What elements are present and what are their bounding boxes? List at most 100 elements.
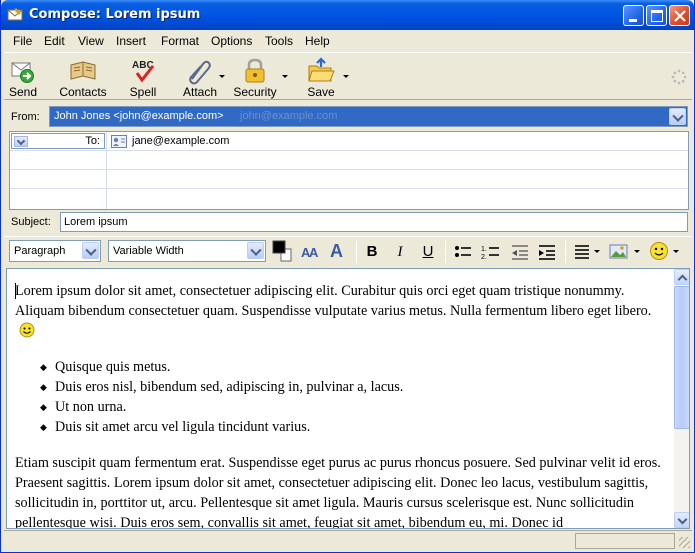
align-dropdown-arrow[interactable] [594,250,600,253]
smaller-font-icon[interactable]: A A [300,243,320,261]
list-item: Duis sit amet arcu vel ligula tincidunt … [40,417,665,437]
minimize-button[interactable] [623,5,644,26]
subject-label: Subject: [11,216,51,228]
send-icon [11,62,34,83]
contacts-label: Contacts [59,85,107,99]
message-body[interactable]: Lorem ipsum dolor sit amet, consectetuer… [6,268,690,529]
spell-check-icon: ABC [132,60,155,83]
svg-text:1.: 1. [481,246,487,253]
close-icon [674,10,686,22]
scroll-down-button[interactable] [674,512,689,528]
menu-file[interactable]: File [13,34,32,48]
font-value: Variable Width [113,245,184,257]
menu-options[interactable]: Options [211,34,252,48]
scroll-thumb[interactable] [674,286,689,429]
svg-text:A: A [330,241,343,261]
outdent-icon[interactable] [510,243,530,261]
list-item: Ut non urna. [40,397,665,417]
contacts-button[interactable]: Contacts [58,55,108,99]
contact-card-icon [111,135,127,148]
font-select[interactable]: Variable Width [108,240,266,262]
menu-bar: File Edit View Insert Format Options Too… [4,30,692,52]
body-paragraph-text: Lorem ipsum dolor sit amet, consectetuer… [15,283,652,319]
bold-button[interactable]: B [362,242,382,262]
recipient-row-empty[interactable] [10,170,688,189]
spell-label: Spell [129,85,157,99]
smiley-emoticon-icon [19,322,35,338]
status-panel [575,533,675,549]
list-item: Quisque quis metus. [40,357,665,377]
from-dropdown-button[interactable] [669,108,686,125]
smiley-icon[interactable] [649,241,669,261]
from-label: From: [11,111,40,123]
menu-format[interactable]: Format [161,34,199,48]
send-label: Send [8,85,38,99]
paragraph-style-value: Paragraph [14,245,66,257]
align-icon[interactable] [573,243,593,261]
scroll-up-button[interactable] [674,269,689,285]
list-item: Duis eros nisl, bibendum sed, adipiscing… [40,377,665,397]
status-bar [4,530,692,550]
from-value: John Jones <john@example.com> [54,110,224,122]
attach-dropdown-arrow[interactable] [219,75,225,78]
attach-label: Attach [182,85,218,99]
menu-help[interactable]: Help [305,34,330,48]
address-book-icon [70,61,96,80]
recipient-list[interactable]: To: jane@example.com [9,131,689,210]
paperclip-icon [189,60,211,85]
italic-button[interactable]: I [390,242,410,262]
throbber-icon [671,69,687,85]
from-select[interactable]: John Jones <john@example.com> john@examp… [49,106,688,127]
recipient-row-empty[interactable] [10,189,688,208]
body-paragraph: Etiam suscipit quam fermentum erat. Susp… [15,455,661,529]
toolbar-separator [445,241,446,263]
smiley-dropdown-arrow[interactable] [673,250,679,253]
spell-button[interactable]: ABC Spell [126,55,160,99]
paragraph-style-dropdown[interactable] [82,242,99,259]
recipient-type-dropdown[interactable] [14,136,28,147]
save-label: Save [307,85,335,99]
resize-grip[interactable] [679,537,690,548]
menu-insert[interactable]: Insert [116,34,146,48]
attach-button[interactable]: Attach [179,55,225,99]
larger-font-icon[interactable]: A [327,241,349,261]
text-color-icon[interactable] [272,239,292,263]
bullet-list-icon[interactable] [453,243,473,261]
security-button[interactable]: Security [232,55,288,99]
body-paragraph: Lorem ipsum dolor sit amet, consectetuer… [15,281,665,341]
save-dropdown-arrow[interactable] [343,75,349,78]
toolbar-separator [356,241,357,263]
recipient-address[interactable]: jane@example.com [132,135,229,147]
menu-view[interactable]: View [78,34,104,48]
envelope-icon [7,8,23,21]
underline-button[interactable]: U [418,242,438,262]
save-button[interactable]: Save [305,55,349,99]
toolbar-separator [565,241,566,263]
from-ghost-text: john@example.com [240,110,338,122]
recipient-row-empty[interactable] [10,151,688,170]
security-dropdown-arrow[interactable] [282,75,288,78]
title-bar[interactable]: Compose: Lorem ipsum [1,0,694,30]
numbered-list-icon[interactable]: 1. 2. [481,243,501,261]
maximize-icon [651,10,663,22]
recipient-type-select[interactable]: To: [11,133,105,149]
insert-dropdown-arrow[interactable] [634,250,640,253]
vertical-scrollbar[interactable] [674,269,689,528]
menu-edit[interactable]: Edit [44,34,65,48]
font-dropdown[interactable] [247,242,264,259]
paragraph-style-select[interactable]: Paragraph [9,240,101,262]
save-folder-icon [308,57,335,82]
recipient-row[interactable]: To: jane@example.com [10,132,688,151]
send-button[interactable]: Send [6,55,40,99]
indent-icon[interactable] [537,243,557,261]
recipient-type-label: To: [85,135,100,147]
svg-text:2.: 2. [481,254,487,261]
message-text[interactable]: Lorem ipsum dolor sit amet, consectetuer… [15,281,665,529]
maximize-button[interactable] [646,5,667,26]
menu-tools[interactable]: Tools [265,34,293,48]
close-button[interactable] [669,5,690,26]
subject-input[interactable]: Lorem ipsum [60,212,688,232]
main-toolbar: Send Contacts ABC Spell Attach Security … [4,52,692,100]
bullet-list: Quisque quis metus. Duis eros nisl, bibe… [40,357,665,437]
insert-image-icon[interactable] [609,243,629,261]
